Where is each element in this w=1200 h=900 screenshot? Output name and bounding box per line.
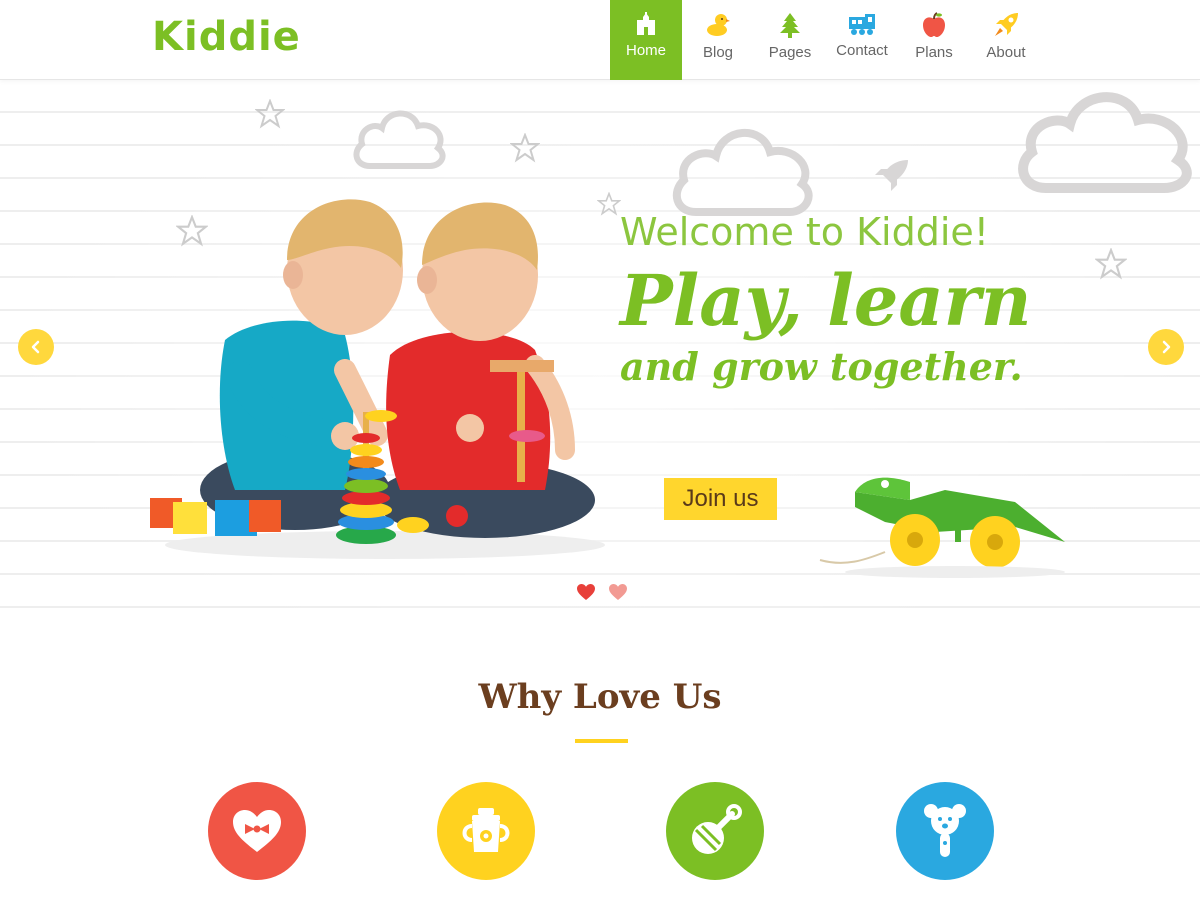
hero-headline: Play, learn [620, 259, 1032, 342]
section-title: Why Love Us [478, 677, 722, 717]
nav-item-plans[interactable]: Plans [898, 0, 970, 80]
slide-dot-heart-icon[interactable] [608, 583, 628, 601]
feature-rattle[interactable] [666, 782, 764, 880]
cloud-icon [1018, 92, 1192, 193]
nav-item-contact[interactable]: Contact [826, 0, 898, 80]
nav-item-label: Plans [915, 44, 953, 61]
nav-item-home[interactable]: Home [610, 0, 682, 80]
slider-prev-button[interactable] [18, 329, 54, 365]
chevron-left-icon [31, 340, 40, 354]
heart-bow-icon [233, 810, 281, 852]
chevron-right-icon [1162, 340, 1171, 354]
rattle-icon [692, 804, 742, 854]
title-underline [575, 739, 628, 743]
rocket-icon [875, 160, 908, 191]
logo-text: Kiddie [152, 14, 301, 60]
join-us-button[interactable]: Join us [664, 478, 777, 520]
slider-pagination [576, 583, 628, 601]
cloud-icon [672, 129, 813, 216]
train-icon [849, 14, 875, 35]
potty-icon [462, 808, 510, 852]
feature-heart[interactable] [208, 782, 306, 880]
hero-welcome: Welcome to Kiddie! [620, 210, 990, 254]
teddy-bear-icon [924, 804, 966, 857]
nav-item-blog[interactable]: Blog [682, 0, 754, 80]
hero-slider: Welcome to Kiddie! Play, learn and grow … [0, 80, 1200, 615]
nav-item-about[interactable]: About [970, 0, 1042, 80]
hero-text: Welcome to Kiddie! Play, learn and grow … [620, 210, 1032, 389]
star-icon [1095, 248, 1127, 280]
duck-icon [707, 14, 730, 36]
nav-item-label: Home [625, 42, 666, 59]
slider-next-button[interactable] [1148, 329, 1184, 365]
nav-item-label: About [986, 44, 1026, 61]
tree-icon [780, 13, 800, 38]
site-header: Kiddie Home Blog Pages Contact Plans Abo… [0, 0, 1200, 80]
toddlers-image [150, 199, 605, 559]
house-icon [637, 12, 655, 35]
nav-item-label: Blog [702, 44, 734, 61]
star-icon [255, 99, 285, 129]
star-icon [510, 133, 540, 163]
hero-subline: and grow together. [620, 344, 1023, 389]
why-love-us-section: Why Love Us [0, 615, 1200, 900]
nav-item-pages[interactable]: Pages [754, 0, 826, 80]
site-logo[interactable]: Kiddie [152, 14, 301, 60]
nav-item-label: Pages [768, 44, 812, 61]
feature-teddy-bear[interactable] [896, 782, 994, 880]
main-nav: Home Blog Pages Contact Plans About [610, 0, 1042, 80]
feature-potty[interactable] [437, 782, 535, 880]
slide-dot-active-heart-icon[interactable] [576, 583, 596, 601]
rocket-icon [995, 13, 1018, 36]
nav-item-label: Contact [836, 42, 888, 59]
crocodile-toy-image [819, 477, 1065, 578]
cloud-icon [353, 110, 446, 169]
apple-icon [923, 12, 945, 37]
